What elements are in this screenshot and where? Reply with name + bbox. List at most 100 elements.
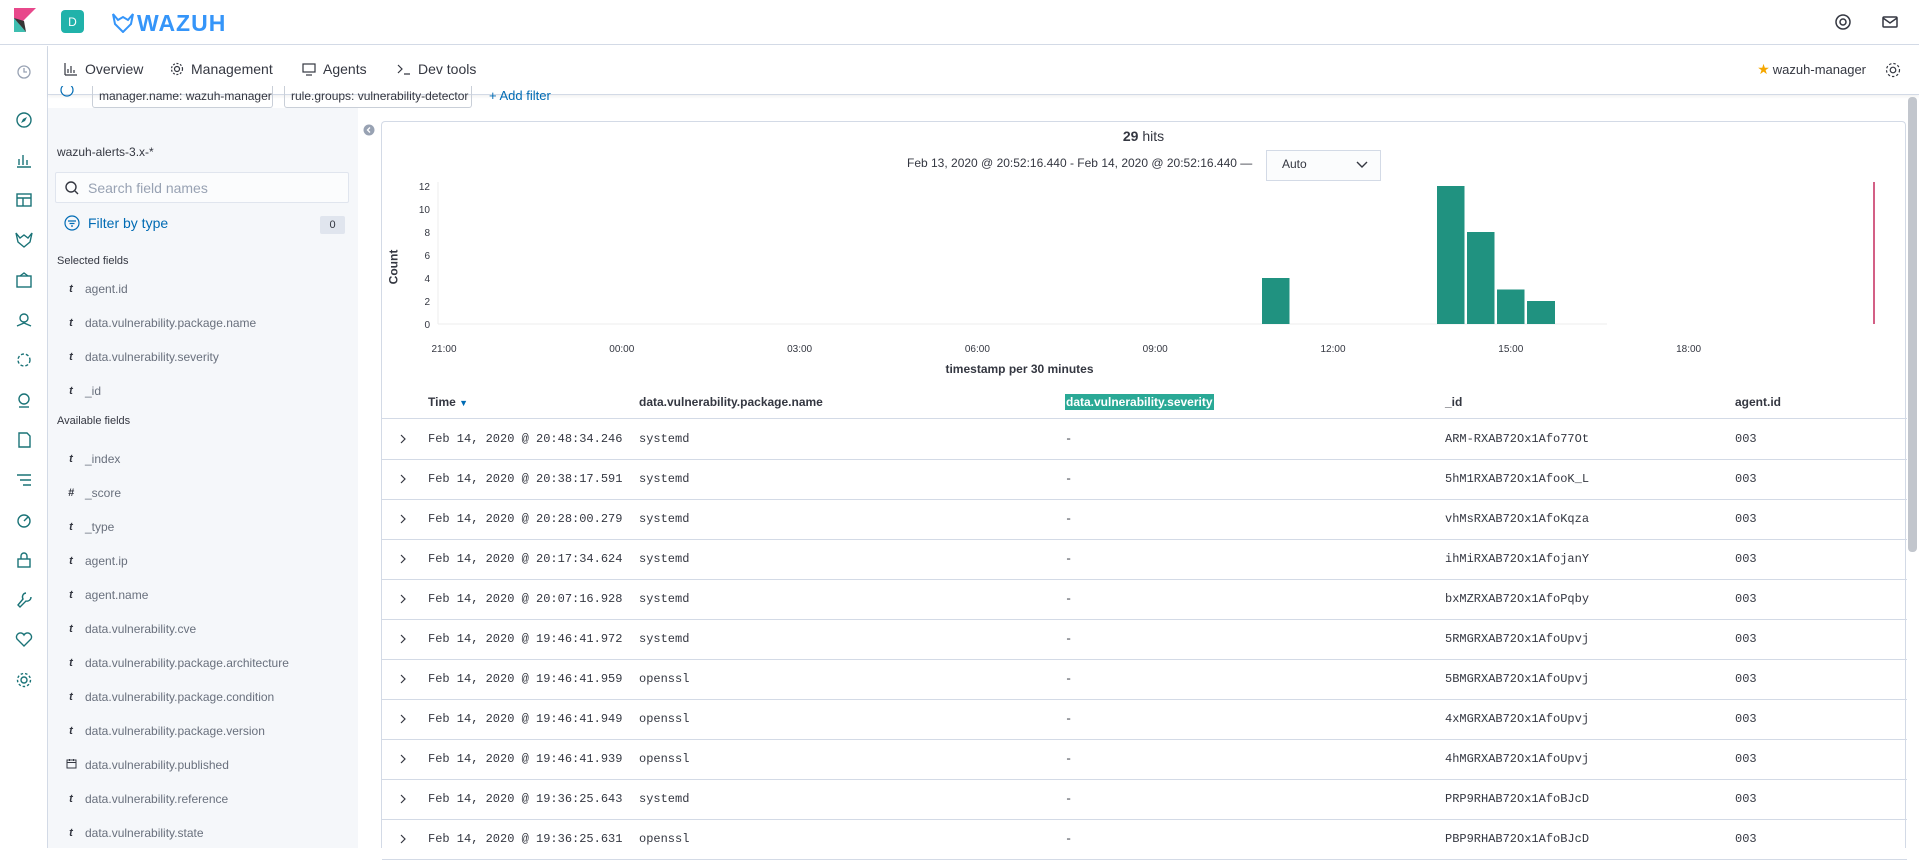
- kibana-logo-icon[interactable]: [14, 8, 36, 32]
- chevron-right-icon[interactable]: [398, 674, 408, 684]
- dev-tools-wrench-icon[interactable]: [14, 590, 34, 610]
- histogram-bar[interactable]: [1467, 232, 1495, 324]
- table-row[interactable]: Feb 14, 2020 @ 20:07:16.928 systemd - bxMZR…: [382, 580, 1907, 620]
- chevron-right-icon[interactable]: [398, 754, 408, 764]
- table-row[interactable]: Feb 14, 2020 @ 19:46:41.972 systemd - 5RMGR…: [382, 620, 1907, 660]
- apm-icon[interactable]: [14, 470, 34, 490]
- infrastructure-icon[interactable]: [14, 390, 34, 410]
- field-type-icon: t: [69, 521, 73, 533]
- management-gear-icon[interactable]: [14, 670, 34, 690]
- sort-down-icon[interactable]: ▼: [459, 398, 468, 408]
- table-row[interactable]: Feb 14, 2020 @ 19:46:41.939 openssl - 4hMGR…: [382, 740, 1907, 780]
- logs-icon[interactable]: [14, 430, 34, 450]
- table-cell: -: [1065, 472, 1073, 486]
- chevron-right-icon[interactable]: [398, 594, 408, 604]
- histogram-chart[interactable]: 0 2 4 6 8 10 12 21:00 00:00 03:00 06:00 09:00 12:00 1…: [382, 182, 1907, 362]
- column-agent-id-header[interactable]: agent.id: [1735, 395, 1781, 409]
- filter-pill-manager[interactable]: manager.name: wazuh-manager: [92, 86, 273, 108]
- monitoring-heart-icon[interactable]: [14, 630, 34, 650]
- histogram-bar[interactable]: [1262, 278, 1290, 324]
- interval-select[interactable]: Auto: [1266, 150, 1381, 181]
- chevron-right-icon[interactable]: [398, 794, 408, 804]
- chevron-right-icon[interactable]: [398, 634, 408, 644]
- histogram-bar[interactable]: [1497, 289, 1525, 325]
- page-scrollbar[interactable]: [1908, 97, 1917, 552]
- hits-label: hits: [1142, 128, 1165, 144]
- table-row[interactable]: Feb 14, 2020 @ 20:17:34.624 systemd - ihMiR…: [382, 540, 1907, 580]
- x-tick-label: 21:00: [431, 344, 456, 355]
- table-cell: Feb 14, 2020 @ 19:46:41.939: [428, 752, 623, 766]
- help-icon[interactable]: [1833, 12, 1853, 32]
- table-cell: -: [1065, 512, 1073, 526]
- field-item[interactable]: t agent.name: [57, 585, 148, 605]
- mail-icon[interactable]: [1880, 12, 1900, 32]
- recent-clock-icon[interactable]: [14, 62, 34, 82]
- field-type-icon: t: [69, 793, 73, 805]
- tab-management-label: Management: [191, 61, 273, 77]
- dashboard-icon[interactable]: [14, 190, 34, 210]
- chevron-right-icon[interactable]: [398, 834, 408, 844]
- search-field-names-input[interactable]: [88, 179, 328, 196]
- siem-lock-icon[interactable]: [14, 550, 34, 570]
- visualize-icon[interactable]: [14, 150, 34, 170]
- wazuh-logo[interactable]: WAZUH: [112, 10, 226, 36]
- settings-gear-icon[interactable]: [1884, 61, 1902, 79]
- chevron-right-icon[interactable]: [398, 474, 408, 484]
- index-pattern-name[interactable]: wazuh-alerts-3.x-*: [57, 145, 154, 159]
- column-package-header[interactable]: data.vulnerability.package.name: [639, 395, 823, 409]
- table-cell: ARM-RXAB72Ox1Afo77Ot: [1445, 432, 1590, 446]
- table-row[interactable]: Feb 14, 2020 @ 19:36:25.643 systemd - PRP9R…: [382, 780, 1907, 820]
- histogram-bar[interactable]: [1527, 301, 1555, 324]
- column-severity-header[interactable]: data.vulnerability.severity: [1065, 394, 1214, 410]
- console-icon: [397, 64, 410, 75]
- ml-icon[interactable]: [14, 350, 34, 370]
- field-search-box[interactable]: [55, 172, 349, 203]
- filter-by-type-button[interactable]: Filter by type: [64, 215, 168, 231]
- table-row[interactable]: Feb 14, 2020 @ 20:48:34.246 systemd - ARM-R…: [382, 420, 1907, 460]
- table-cell: 4hMGRXAB72Ox1AfoUpvj: [1445, 752, 1590, 766]
- field-type-icon: t: [69, 317, 73, 329]
- y-tick-label: 4: [424, 274, 430, 285]
- field-item[interactable]: t _id: [57, 381, 101, 401]
- histogram-bar[interactable]: [1437, 186, 1465, 324]
- table-row[interactable]: Feb 14, 2020 @ 19:46:41.949 openssl - 4xMGR…: [382, 700, 1907, 740]
- field-item[interactable]: data.vulnerability.published: [57, 755, 229, 775]
- collapse-sidebar-icon[interactable]: [363, 124, 375, 136]
- field-item[interactable]: t data.vulnerability.package.name: [57, 313, 256, 333]
- field-item[interactable]: t agent.id: [57, 279, 128, 299]
- filter-options-icon[interactable]: [60, 86, 74, 100]
- add-filter-link[interactable]: + Add filter: [489, 88, 551, 103]
- chevron-right-icon[interactable]: [398, 714, 408, 724]
- field-item[interactable]: t _type: [57, 517, 114, 537]
- filter-pill-rule-groups[interactable]: rule.groups: vulnerability-detector: [284, 86, 472, 108]
- chevron-right-icon[interactable]: [398, 434, 408, 444]
- field-item[interactable]: t agent.ip: [57, 551, 128, 571]
- canvas-icon[interactable]: [14, 270, 34, 290]
- top-header: D WAZUH: [0, 0, 1919, 45]
- chevron-right-icon[interactable]: [398, 514, 408, 524]
- column-time-header[interactable]: Time ▼: [428, 395, 468, 409]
- field-item[interactable]: t data.vulnerability.package.condition: [57, 687, 274, 707]
- space-avatar[interactable]: D: [61, 10, 84, 33]
- column-id-header[interactable]: _id: [1445, 395, 1462, 409]
- field-item[interactable]: t data.vulnerability.package.version: [57, 721, 265, 741]
- field-item[interactable]: t data.vulnerability.reference: [57, 789, 228, 809]
- field-item[interactable]: t data.vulnerability.severity: [57, 347, 219, 367]
- uptime-icon[interactable]: [14, 510, 34, 530]
- results-panel: 29 hits Feb 13, 2020 @ 20:52:16.440 - Feb…: [381, 121, 1907, 860]
- table-row[interactable]: Feb 14, 2020 @ 19:46:41.959 openssl - 5BMGR…: [382, 660, 1907, 700]
- field-item[interactable]: t data.vulnerability.state: [57, 823, 203, 843]
- field-item[interactable]: t data.vulnerability.package.architecture: [57, 653, 289, 673]
- table-row[interactable]: Feb 14, 2020 @ 20:28:00.279 systemd - vhMsR…: [382, 500, 1907, 540]
- field-item[interactable]: t _index: [57, 449, 120, 469]
- table-row[interactable]: Feb 14, 2020 @ 19:36:25.631 openssl - PBP9R…: [382, 820, 1907, 860]
- maps-icon[interactable]: [14, 310, 34, 330]
- wazuh-app-icon[interactable]: [14, 230, 34, 250]
- field-item[interactable]: t data.vulnerability.cve: [57, 619, 196, 639]
- table-row[interactable]: Feb 14, 2020 @ 20:38:17.591 systemd - 5hM1R…: [382, 460, 1907, 500]
- manager-selector[interactable]: ★ wazuh-manager: [1757, 61, 1866, 78]
- discover-compass-icon[interactable]: [14, 110, 34, 130]
- chevron-right-icon[interactable]: [398, 554, 408, 564]
- field-name: agent.name: [85, 588, 149, 602]
- field-item[interactable]: # _score: [57, 483, 121, 503]
